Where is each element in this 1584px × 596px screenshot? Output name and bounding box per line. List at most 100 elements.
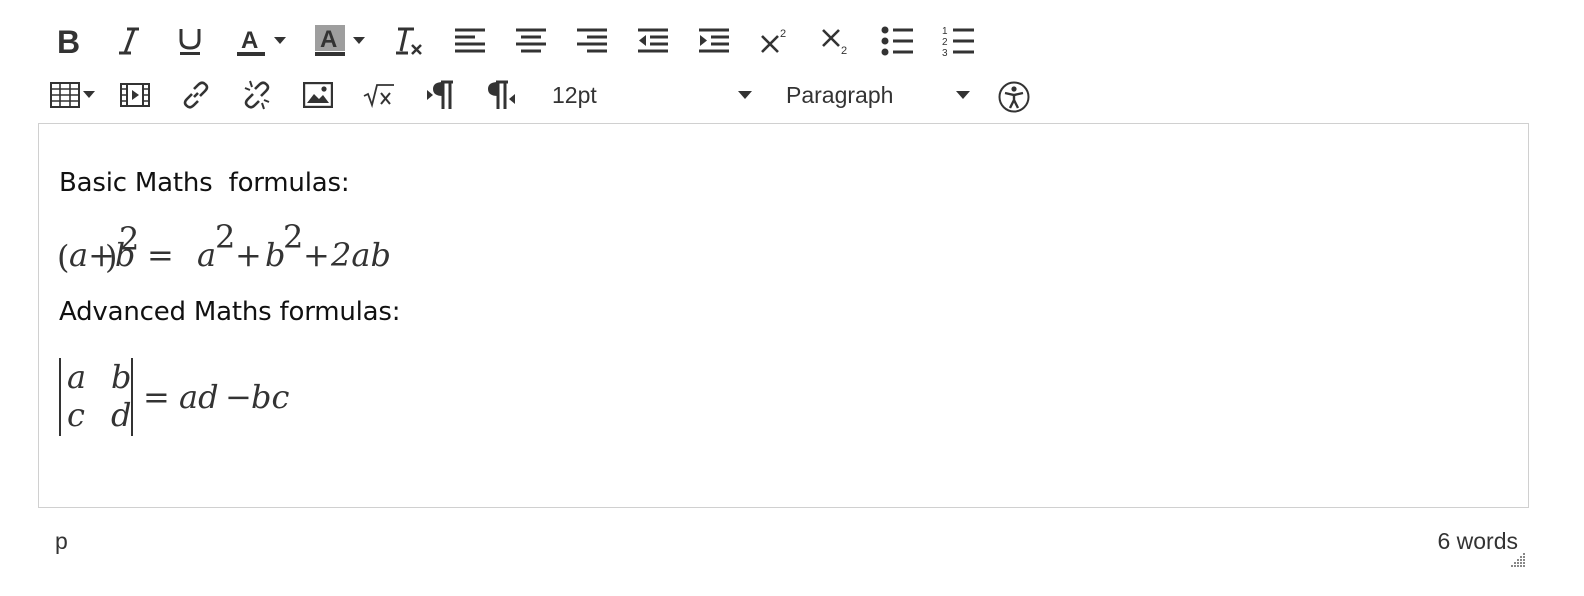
formula1-plus1: + [235,236,262,274]
svg-text:2: 2 [841,45,847,55]
svg-text:2: 2 [942,37,948,48]
background-color-icon: A [315,25,345,56]
advanced-formula-image[interactable]: a b c d = ad − bc [55,352,315,442]
equation-button[interactable] [359,72,399,118]
font-size-select[interactable]: 12pt [546,72,752,118]
unlink-button[interactable] [237,72,277,118]
word-count: 6 words [1437,528,1518,554]
formula1-exp: 2 [119,222,139,258]
ltr-button[interactable] [420,72,460,118]
formula1-a-exp: 2 [215,222,235,256]
indent-icon [699,28,729,53]
formula2-rhs: ad [179,378,219,416]
table-button[interactable] [48,72,82,118]
font-size-value: 12pt [552,81,597,108]
background-color-button[interactable]: A [310,18,350,64]
image-button[interactable] [298,72,338,118]
chevron-down-icon [738,90,752,99]
heading-advanced-formulas: Advanced Maths formulas: [59,297,401,327]
formula1-b-exp: 2 [283,222,303,256]
align-left-button[interactable] [450,18,490,64]
svg-text:2: 2 [780,28,786,40]
italic-icon [119,27,139,55]
superscript-icon: 2 [761,28,786,53]
formula1-a: a [197,236,216,274]
element-path[interactable]: p [55,528,68,555]
align-right-button[interactable] [572,18,612,64]
block-format-select[interactable]: Paragraph [780,72,970,118]
underline-button[interactable] [170,18,210,64]
chevron-down-icon [274,37,286,44]
link-icon [183,81,209,109]
accessibility-icon [998,81,1030,113]
numbered-list-icon: 1 2 3 [942,26,974,57]
block-format-value: Paragraph [786,81,894,108]
media-button[interactable] [115,72,155,118]
link-button[interactable] [176,72,216,118]
numbered-list-button[interactable]: 1 2 3 [938,18,978,64]
accessibility-checker-button[interactable] [994,70,1034,120]
ltr-icon [427,80,453,109]
equation-icon [363,84,394,108]
formula1-equals: = [147,236,174,274]
bold-button[interactable]: B [48,18,88,64]
basic-formula-image[interactable]: ( a+b ) 2 = a 2 + b 2 + 2ab [55,222,395,278]
clear-formatting-button[interactable] [389,18,429,64]
subscript-icon: 2 [822,29,847,55]
formula1-paren-open: ( [57,238,69,276]
matrix-b: b [111,358,131,396]
matrix-d: d [111,396,131,434]
formula2-minus: − [225,378,252,416]
formula1-term: 2ab [330,236,391,274]
matrix-a: a [67,358,86,396]
svg-text:3: 3 [942,48,948,57]
media-icon [120,83,150,107]
toolbar-row-formatting: B A A 2 2 1 2 3 [48,18,999,64]
bullet-list-button[interactable] [877,18,917,64]
svg-text:A: A [320,26,337,53]
clear-formatting-icon [396,27,422,55]
matrix-c: c [67,396,85,434]
chevron-down-icon [956,90,970,99]
svg-text:B: B [57,26,80,56]
bullet-list-icon [881,26,913,56]
heading-basic-formulas: Basic Maths formulas: [59,168,350,198]
text-color-button[interactable]: A [231,18,271,64]
editor-content-area[interactable]: Basic Maths formulas: ( a+b ) 2 = a 2 + … [38,123,1529,508]
align-left-icon [455,28,485,53]
align-right-icon [577,28,607,53]
chevron-down-icon [353,37,365,44]
toolbar-row-insert: 12pt Paragraph [48,72,1034,118]
rtl-button[interactable] [481,72,521,118]
outdent-button[interactable] [633,18,673,64]
formula2-equals: = [143,378,170,416]
bold-icon: B [57,26,80,56]
background-color-dropdown[interactable] [350,18,368,64]
image-icon [303,82,333,108]
svg-text:A: A [241,27,258,54]
superscript-button[interactable]: 2 [755,18,795,64]
italic-button[interactable] [109,18,149,64]
table-icon [50,82,80,108]
rtl-icon [488,80,515,109]
unlink-icon [244,80,270,110]
table-split [48,72,96,118]
text-color-dropdown[interactable] [271,18,289,64]
align-center-button[interactable] [511,18,551,64]
subscript-button[interactable]: 2 [816,18,856,64]
formula1-plus2: + [303,236,330,274]
svg-text:1: 1 [942,26,948,37]
formula2-rhs2: bc [251,378,289,416]
outdent-icon [638,28,668,53]
text-color-icon: A [237,27,265,56]
underline-icon [179,29,201,55]
align-center-icon [516,28,546,53]
rich-text-editor: B A A 2 2 1 2 3 12pt Paragraph Basic Mat… [0,0,1584,596]
chevron-down-icon [83,91,95,98]
text-color-split: A [231,18,289,64]
table-dropdown[interactable] [82,72,96,118]
formula1-paren-close: ) [105,238,117,276]
background-color-split: A [310,18,368,64]
indent-button[interactable] [694,18,734,64]
resize-handle-icon[interactable] [1508,550,1526,568]
